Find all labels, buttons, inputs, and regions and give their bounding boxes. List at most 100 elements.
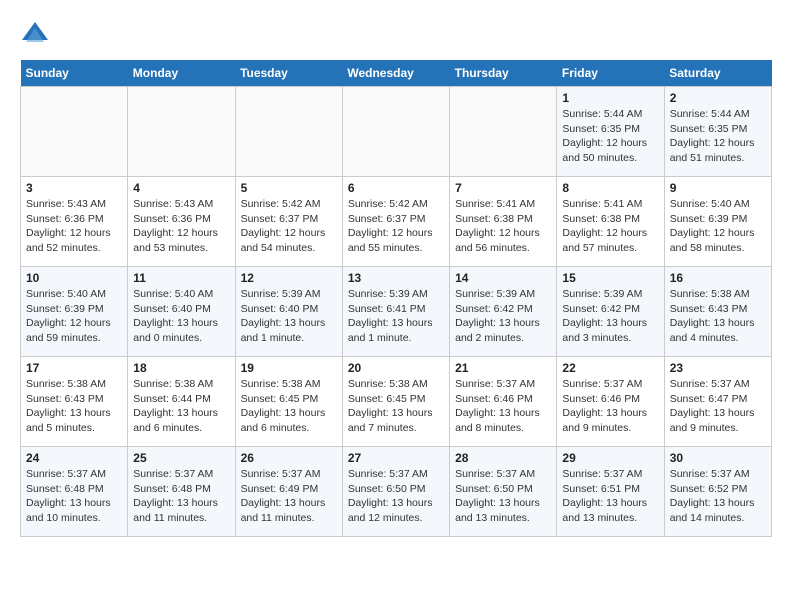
day-number: 20	[348, 361, 444, 375]
page-header	[20, 20, 772, 50]
calendar-table: SundayMondayTuesdayWednesdayThursdayFrid…	[20, 60, 772, 537]
day-info: Sunrise: 5:43 AM Sunset: 6:36 PM Dayligh…	[133, 197, 229, 256]
day-info: Sunrise: 5:37 AM Sunset: 6:46 PM Dayligh…	[562, 377, 658, 436]
day-info: Sunrise: 5:40 AM Sunset: 6:39 PM Dayligh…	[670, 197, 766, 256]
day-number: 4	[133, 181, 229, 195]
calendar-cell: 14 Sunrise: 5:39 AM Sunset: 6:42 PM Dayli…	[450, 267, 557, 357]
calendar-cell: 22 Sunrise: 5:37 AM Sunset: 6:46 PM Dayli…	[557, 357, 664, 447]
calendar-cell: 7 Sunrise: 5:41 AM Sunset: 6:38 PM Daylig…	[450, 177, 557, 267]
calendar-cell: 13 Sunrise: 5:39 AM Sunset: 6:41 PM Dayli…	[342, 267, 449, 357]
day-number: 30	[670, 451, 766, 465]
day-info: Sunrise: 5:39 AM Sunset: 6:41 PM Dayligh…	[348, 287, 444, 346]
day-info: Sunrise: 5:42 AM Sunset: 6:37 PM Dayligh…	[241, 197, 337, 256]
day-number: 9	[670, 181, 766, 195]
day-info: Sunrise: 5:38 AM Sunset: 6:45 PM Dayligh…	[241, 377, 337, 436]
day-info: Sunrise: 5:37 AM Sunset: 6:46 PM Dayligh…	[455, 377, 551, 436]
day-number: 28	[455, 451, 551, 465]
calendar-cell: 23Sunrise: 5:37 AM Sunset: 6:47 PM Dayli…	[664, 357, 771, 447]
calendar-cell: 18Sunrise: 5:38 AM Sunset: 6:44 PM Dayli…	[128, 357, 235, 447]
day-info: Sunrise: 5:44 AM Sunset: 6:35 PM Dayligh…	[670, 107, 766, 166]
day-info: Sunrise: 5:39 AM Sunset: 6:42 PM Dayligh…	[562, 287, 658, 346]
day-number: 22	[562, 361, 658, 375]
calendar-cell: 29 Sunrise: 5:37 AM Sunset: 6:51 PM Dayli…	[557, 447, 664, 537]
calendar-cell: 21 Sunrise: 5:37 AM Sunset: 6:46 PM Dayli…	[450, 357, 557, 447]
calendar-cell: 12 Sunrise: 5:39 AM Sunset: 6:40 PM Dayli…	[235, 267, 342, 357]
day-number: 6	[348, 181, 444, 195]
day-info: Sunrise: 5:39 AM Sunset: 6:42 PM Dayligh…	[455, 287, 551, 346]
weekday-header-tuesday: Tuesday	[235, 60, 342, 87]
day-number: 3	[26, 181, 122, 195]
weekday-header-sunday: Sunday	[21, 60, 128, 87]
day-info: Sunrise: 5:38 AM Sunset: 6:43 PM Dayligh…	[670, 287, 766, 346]
calendar-cell: 6 Sunrise: 5:42 AM Sunset: 6:37 PM Daylig…	[342, 177, 449, 267]
day-number: 1	[562, 91, 658, 105]
day-number: 29	[562, 451, 658, 465]
calendar-cell: 2 Sunrise: 5:44 AM Sunset: 6:35 PM Daylig…	[664, 87, 771, 177]
day-number: 10	[26, 271, 122, 285]
day-info: Sunrise: 5:37 AM Sunset: 6:50 PM Dayligh…	[348, 467, 444, 526]
day-number: 2	[670, 91, 766, 105]
day-number: 13	[348, 271, 444, 285]
day-number: 16	[670, 271, 766, 285]
day-info: Sunrise: 5:42 AM Sunset: 6:37 PM Dayligh…	[348, 197, 444, 256]
calendar-week-row: 17 Sunrise: 5:38 AM Sunset: 6:43 PM Dayli…	[21, 357, 772, 447]
calendar-cell: 24 Sunrise: 5:37 AM Sunset: 6:48 PM Dayli…	[21, 447, 128, 537]
day-number: 26	[241, 451, 337, 465]
day-number: 14	[455, 271, 551, 285]
calendar-cell	[21, 87, 128, 177]
day-info: Sunrise: 5:38 AM Sunset: 6:43 PM Dayligh…	[26, 377, 122, 436]
calendar-cell	[450, 87, 557, 177]
calendar-cell: 5Sunrise: 5:42 AM Sunset: 6:37 PM Daylig…	[235, 177, 342, 267]
calendar-cell: 10 Sunrise: 5:40 AM Sunset: 6:39 PM Dayli…	[21, 267, 128, 357]
day-info: Sunrise: 5:37 AM Sunset: 6:48 PM Dayligh…	[133, 467, 229, 526]
calendar-cell: 19 Sunrise: 5:38 AM Sunset: 6:45 PM Dayli…	[235, 357, 342, 447]
calendar-cell: 1 Sunrise: 5:44 AM Sunset: 6:35 PM Daylig…	[557, 87, 664, 177]
weekday-header-row: SundayMondayTuesdayWednesdayThursdayFrid…	[21, 60, 772, 87]
calendar-cell	[235, 87, 342, 177]
day-number: 8	[562, 181, 658, 195]
calendar-cell: 25 Sunrise: 5:37 AM Sunset: 6:48 PM Dayli…	[128, 447, 235, 537]
day-info: Sunrise: 5:37 AM Sunset: 6:48 PM Dayligh…	[26, 467, 122, 526]
calendar-cell	[342, 87, 449, 177]
day-info: Sunrise: 5:40 AM Sunset: 6:39 PM Dayligh…	[26, 287, 122, 346]
day-number: 19	[241, 361, 337, 375]
calendar-week-row: 3 Sunrise: 5:43 AM Sunset: 6:36 PM Daylig…	[21, 177, 772, 267]
day-info: Sunrise: 5:37 AM Sunset: 6:49 PM Dayligh…	[241, 467, 337, 526]
calendar-cell: 15 Sunrise: 5:39 AM Sunset: 6:42 PM Dayli…	[557, 267, 664, 357]
calendar-cell: 3Sunrise: 5:43 AM Sunset: 6:36 PM Daylig…	[21, 177, 128, 267]
calendar-week-row: 24 Sunrise: 5:37 AM Sunset: 6:48 PM Dayli…	[21, 447, 772, 537]
day-info: Sunrise: 5:38 AM Sunset: 6:45 PM Dayligh…	[348, 377, 444, 436]
day-number: 21	[455, 361, 551, 375]
calendar-cell: 9 Sunrise: 5:40 AM Sunset: 6:39 PM Daylig…	[664, 177, 771, 267]
day-info: Sunrise: 5:41 AM Sunset: 6:38 PM Dayligh…	[562, 197, 658, 256]
calendar-cell: 4 Sunrise: 5:43 AM Sunset: 6:36 PM Daylig…	[128, 177, 235, 267]
calendar-cell: 8 Sunrise: 5:41 AM Sunset: 6:38 PM Daylig…	[557, 177, 664, 267]
day-info: Sunrise: 5:37 AM Sunset: 6:50 PM Dayligh…	[455, 467, 551, 526]
logo	[20, 20, 54, 50]
day-number: 18	[133, 361, 229, 375]
logo-icon	[20, 20, 50, 50]
calendar-cell: 16 Sunrise: 5:38 AM Sunset: 6:43 PM Dayli…	[664, 267, 771, 357]
day-info: Sunrise: 5:44 AM Sunset: 6:35 PM Dayligh…	[562, 107, 658, 166]
day-number: 15	[562, 271, 658, 285]
day-info: Sunrise: 5:40 AM Sunset: 6:40 PM Dayligh…	[133, 287, 229, 346]
calendar-week-row: 1 Sunrise: 5:44 AM Sunset: 6:35 PM Daylig…	[21, 87, 772, 177]
day-number: 24	[26, 451, 122, 465]
day-number: 17	[26, 361, 122, 375]
weekday-header-wednesday: Wednesday	[342, 60, 449, 87]
weekday-header-thursday: Thursday	[450, 60, 557, 87]
day-number: 25	[133, 451, 229, 465]
day-number: 23	[670, 361, 766, 375]
calendar-week-row: 10 Sunrise: 5:40 AM Sunset: 6:39 PM Dayli…	[21, 267, 772, 357]
day-number: 11	[133, 271, 229, 285]
day-number: 7	[455, 181, 551, 195]
day-number: 12	[241, 271, 337, 285]
calendar-cell	[128, 87, 235, 177]
weekday-header-friday: Friday	[557, 60, 664, 87]
day-info: Sunrise: 5:39 AM Sunset: 6:40 PM Dayligh…	[241, 287, 337, 346]
weekday-header-monday: Monday	[128, 60, 235, 87]
day-info: Sunrise: 5:37 AM Sunset: 6:51 PM Dayligh…	[562, 467, 658, 526]
calendar-cell: 17 Sunrise: 5:38 AM Sunset: 6:43 PM Dayli…	[21, 357, 128, 447]
calendar-cell: 30Sunrise: 5:37 AM Sunset: 6:52 PM Dayli…	[664, 447, 771, 537]
day-info: Sunrise: 5:41 AM Sunset: 6:38 PM Dayligh…	[455, 197, 551, 256]
